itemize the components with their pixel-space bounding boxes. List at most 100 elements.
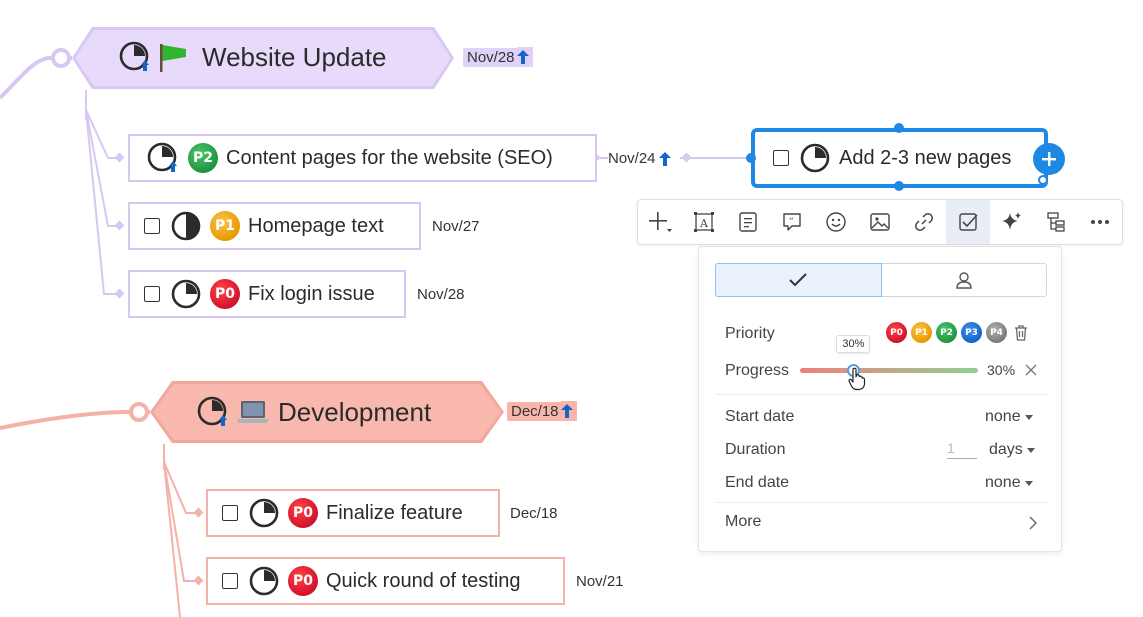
person-icon <box>956 272 972 289</box>
subtopic-fix-login[interactable]: P0 Fix login issue <box>128 270 406 318</box>
progress-quarter-icon <box>799 142 831 174</box>
text-box-icon: A <box>694 212 714 232</box>
divider <box>715 502 1047 503</box>
add-icon <box>649 212 672 232</box>
progress-pie-icon <box>146 141 180 175</box>
duration-input[interactable]: 1 <box>947 440 977 459</box>
image-icon <box>870 213 890 231</box>
subtopic-add-pages-selected[interactable]: Add 2-3 new pages <box>751 128 1048 188</box>
subtopic-quick-testing[interactable]: P0 Quick round of testing <box>206 557 565 605</box>
task-icon <box>959 213 978 231</box>
topic-date: Nov/28 <box>463 47 533 67</box>
plus-icon <box>1042 152 1056 166</box>
link-icon <box>915 213 933 231</box>
resize-handle-corner[interactable] <box>1038 175 1048 185</box>
end-date-label: End date <box>725 474 790 491</box>
progress-slider[interactable] <box>800 368 978 373</box>
progress-quarter-icon <box>248 497 280 529</box>
subtopic-label: Content pages for the website (SEO) <box>226 146 553 169</box>
priority-p0-icon: P0 <box>288 566 318 596</box>
resize-handle-top[interactable] <box>894 123 904 133</box>
subtopic-date: Nov/28 <box>417 286 465 303</box>
priority-label: Priority <box>725 325 775 342</box>
progress-value: 30% <box>987 362 1016 378</box>
arrow-up-icon <box>658 151 671 166</box>
progress-tooltip: 30% <box>836 335 871 353</box>
text-box-button[interactable]: A <box>682 200 726 244</box>
subtopic-homepage-text[interactable]: P1 Homepage text <box>128 202 421 250</box>
due-date-badge: Dec/18 <box>507 401 563 421</box>
comment-icon: “ <box>783 213 801 231</box>
add-button[interactable] <box>638 200 682 244</box>
image-button[interactable] <box>858 200 902 244</box>
trash-icon <box>1015 324 1027 341</box>
priority-p0-icon: P0 <box>288 498 318 528</box>
svg-text:A: A <box>699 217 709 230</box>
duration-unit-dropdown[interactable]: days <box>989 441 1035 459</box>
priority-p4-option[interactable]: P4 <box>986 322 1007 343</box>
more-options-row[interactable]: More <box>715 505 1047 539</box>
priority-options: P0 P1 P2 P3 P4 <box>886 322 1029 343</box>
duration-label: Duration <box>725 441 786 458</box>
topic-website-update[interactable]: Website Update <box>118 40 387 74</box>
start-date-label: Start date <box>725 408 795 425</box>
start-date-value: none <box>985 408 1021 425</box>
resize-handle-left[interactable] <box>746 153 756 163</box>
topic-development[interactable]: Development <box>196 395 431 429</box>
chevron-down-icon <box>1024 414 1033 420</box>
priority-p1-icon: P1 <box>210 211 240 241</box>
note-button[interactable] <box>726 200 770 244</box>
ai-button[interactable] <box>990 200 1034 244</box>
arrow-up-icon <box>560 401 577 421</box>
chevron-down-icon <box>1024 480 1033 486</box>
note-icon <box>739 212 757 232</box>
laptop-icon <box>236 397 270 427</box>
subtopic-finalize-feature[interactable]: P0 Finalize feature <box>206 489 500 537</box>
resize-handle-bottom[interactable] <box>894 181 904 191</box>
clear-progress-button[interactable] <box>1025 364 1037 376</box>
priority-p2-option[interactable]: P2 <box>936 322 957 343</box>
divider <box>715 394 1047 395</box>
progress-pie-icon <box>196 395 230 429</box>
subtopic-content-pages[interactable]: P2 Content pages for the website (SEO) <box>128 134 597 182</box>
task-checkbox[interactable] <box>222 573 238 589</box>
task-panel-tabs <box>715 263 1047 297</box>
due-date: Nov/24 <box>608 150 656 167</box>
tab-task[interactable] <box>715 263 882 297</box>
task-checkbox[interactable] <box>144 286 160 302</box>
duration-unit-value: days <box>989 441 1023 458</box>
task-checkbox[interactable] <box>144 218 160 234</box>
flag-icon <box>156 40 190 74</box>
task-checkbox[interactable] <box>222 505 238 521</box>
add-subtopic-button[interactable] <box>1033 143 1065 175</box>
link-button[interactable] <box>902 200 946 244</box>
task-checkbox[interactable] <box>773 150 789 166</box>
structure-button[interactable] <box>1034 200 1078 244</box>
priority-p0-icon: P0 <box>210 279 240 309</box>
progress-label: Progress <box>725 362 790 379</box>
subtopic-date: Nov/24 <box>608 150 671 167</box>
priority-p2-icon: P2 <box>188 143 218 173</box>
subtopic-label: Fix login issue <box>248 282 375 305</box>
end-date-dropdown[interactable]: none <box>985 474 1033 492</box>
priority-p3-option[interactable]: P3 <box>961 322 982 343</box>
task-button[interactable] <box>946 200 990 244</box>
progress-half-icon <box>170 210 202 242</box>
more-icon <box>1091 220 1109 224</box>
priority-p1-option[interactable]: P1 <box>911 322 932 343</box>
due-date-badge: Nov/28 <box>463 47 519 67</box>
more-button[interactable] <box>1078 200 1122 244</box>
checkmark-icon <box>789 273 807 287</box>
delete-priority-button[interactable] <box>1013 324 1029 342</box>
priority-p0-option[interactable]: P0 <box>886 322 907 343</box>
subtopic-date: Nov/21 <box>576 573 624 590</box>
topic-date: Dec/18 <box>507 401 577 421</box>
emoji-button[interactable] <box>814 200 858 244</box>
chevron-right-icon <box>1029 516 1037 530</box>
emoji-icon <box>826 212 846 232</box>
ai-sparkle-icon <box>1002 212 1021 230</box>
tab-assignee[interactable] <box>881 263 1047 297</box>
start-date-dropdown[interactable]: none <box>985 408 1033 426</box>
comment-button[interactable]: “ <box>770 200 814 244</box>
close-icon <box>1025 364 1037 376</box>
